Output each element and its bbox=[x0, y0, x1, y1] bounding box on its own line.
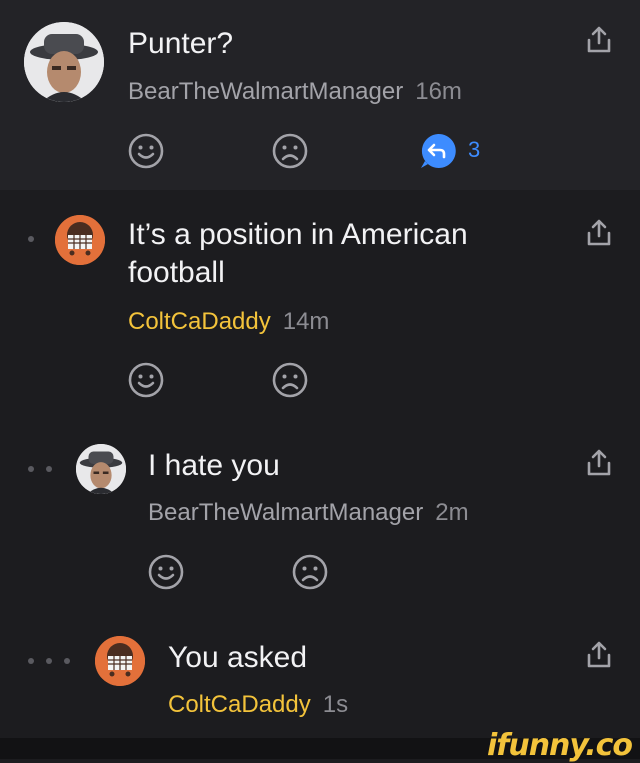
comment-meta: ColtCaDaddy 14m bbox=[128, 307, 329, 337]
avatar[interactable] bbox=[95, 636, 145, 686]
avatar[interactable] bbox=[24, 22, 104, 102]
share-icon[interactable] bbox=[586, 640, 612, 670]
smile-icon[interactable] bbox=[127, 361, 165, 399]
username[interactable]: BearTheWalmartManager bbox=[148, 499, 423, 526]
reply-count[interactable]: 3 bbox=[468, 137, 480, 163]
username[interactable]: BearTheWalmartManager bbox=[128, 78, 403, 105]
share-icon[interactable] bbox=[586, 218, 612, 248]
share-icon[interactable] bbox=[586, 25, 612, 55]
watermark: ifunny.co bbox=[487, 728, 633, 763]
comment-text: You asked bbox=[168, 641, 308, 674]
frown-icon[interactable] bbox=[271, 361, 309, 399]
thread-depth-dot bbox=[28, 658, 34, 664]
frown-icon[interactable] bbox=[271, 132, 309, 170]
comment-meta: BearTheWalmartManager 2m bbox=[148, 498, 469, 528]
comment-text: I hate you bbox=[148, 449, 280, 482]
username[interactable]: ColtCaDaddy bbox=[168, 691, 311, 718]
frown-icon[interactable] bbox=[291, 553, 329, 591]
smile-icon[interactable] bbox=[127, 132, 165, 170]
thread-depth-dot bbox=[46, 466, 52, 472]
comment-meta: BearTheWalmartManager 16m bbox=[128, 77, 462, 107]
man-with-hat-icon bbox=[76, 444, 126, 494]
shopping-cart-avatar-icon bbox=[95, 636, 145, 686]
thread-depth-dot bbox=[28, 466, 34, 472]
comment-text: Punter? bbox=[128, 27, 234, 60]
timestamp: 16m bbox=[415, 78, 462, 105]
timestamp: 2m bbox=[435, 499, 469, 526]
share-icon[interactable] bbox=[586, 448, 612, 478]
username[interactable]: ColtCaDaddy bbox=[128, 308, 271, 335]
man-with-hat-icon bbox=[24, 22, 104, 102]
shopping-cart-avatar-icon bbox=[55, 215, 105, 265]
reply-icon[interactable] bbox=[418, 131, 458, 171]
thread-depth-dot bbox=[46, 658, 52, 664]
avatar[interactable] bbox=[76, 444, 126, 494]
thread-depth-dot bbox=[64, 658, 70, 664]
timestamp: 14m bbox=[282, 308, 330, 335]
comment-text-line: football bbox=[128, 256, 225, 289]
avatar[interactable] bbox=[55, 215, 105, 265]
comment-1: Punter? BearTheWalmartManager 16m 3 bbox=[0, 0, 640, 190]
thread-depth-dot bbox=[28, 236, 34, 242]
comment-meta: ColtCaDaddy 1s bbox=[168, 690, 348, 720]
comment-text-line: It’s a position in American bbox=[128, 218, 468, 251]
comment-text: It’s a position in American football bbox=[128, 216, 468, 292]
smile-icon[interactable] bbox=[147, 553, 185, 591]
timestamp: 1s bbox=[322, 691, 349, 718]
